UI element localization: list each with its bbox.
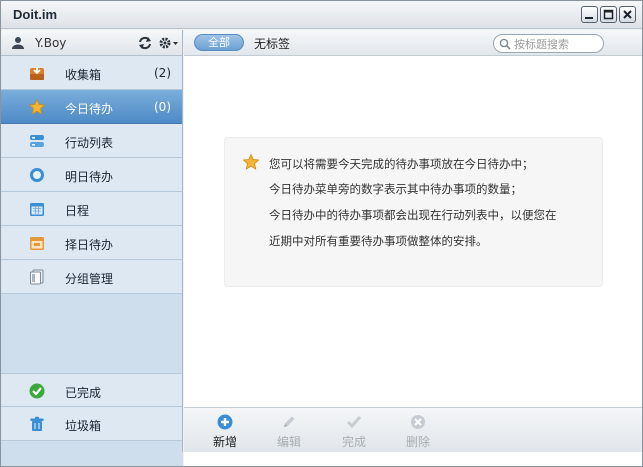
delete-icon [411, 415, 425, 429]
minimize-button[interactable] [581, 6, 598, 23]
delete-label: 删除 [405, 435, 430, 449]
edit-button[interactable]: 编辑 [269, 414, 309, 450]
hint-line: 您可以将需要今天完成的待办事项放在今日待办中； [269, 157, 534, 171]
filter-all-button[interactable]: 全部 [194, 34, 244, 51]
window-title: Doit.im [13, 7, 58, 22]
filter-toolbar: 全部 无标签 [184, 30, 642, 56]
sidebar-item-label: 垃圾箱 [65, 419, 102, 433]
sidebar-item-schedule[interactable]: 日程 [1, 192, 182, 226]
complete-button[interactable]: 完成 [334, 414, 374, 450]
sidebar-bottom: 已完成 垃圾箱 [1, 373, 182, 441]
filter-untagged-tag[interactable]: 无标签 [254, 35, 290, 52]
complete-label: 完成 [341, 435, 366, 449]
sidebar-item-completed[interactable]: 已完成 [1, 373, 182, 407]
sidebar-item-someday[interactable]: 择日待办 [1, 226, 182, 260]
sidebar-item-label: 日程 [65, 204, 90, 218]
window-controls [581, 6, 636, 23]
calendar-date-icon [30, 237, 44, 250]
checkmark-icon [346, 416, 362, 429]
maximize-icon [603, 9, 614, 20]
calendar-icon [30, 203, 44, 216]
username[interactable]: Y.Boy [35, 36, 66, 50]
sidebar: Y.Boy 收集箱 (2) 今日待办 (0) 行动列表 明日待办 日程 择日待办… [1, 30, 183, 452]
app-window: Doit.im Y.Boy 收集箱 (2) 今日待办 (0) 行动列表 明日待办… [0, 0, 643, 467]
add-icon [217, 414, 233, 430]
minimize-icon [585, 17, 593, 19]
sidebar-item-today[interactable]: 今日待办 (0) [1, 90, 182, 124]
add-label: 新增 [212, 435, 237, 449]
search-icon [499, 38, 511, 50]
sidebar-item-count: (2) [154, 66, 171, 80]
sidebar-item-tomorrow[interactable]: 明日待办 [1, 158, 182, 192]
close-icon [623, 10, 632, 19]
close-button[interactable] [619, 6, 636, 23]
check-circle-icon [29, 383, 45, 399]
sidebar-item-label: 行动列表 [65, 136, 114, 150]
sidebar-item-trash[interactable]: 垃圾箱 [1, 407, 182, 441]
sidebar-item-label: 收集箱 [65, 68, 102, 82]
sidebar-footer [1, 452, 183, 466]
inbox-icon [30, 67, 44, 80]
sidebar-item-groups[interactable]: 分组管理 [1, 260, 182, 294]
user-bar: Y.Boy [1, 30, 182, 56]
task-list-area: 您可以将需要今天完成的待办事项放在今日待办中； 今日待办菜单旁的数字表示其中待办… [184, 57, 642, 407]
hint-line: 今日待办中的待办事项都会出现在行动列表中，以便您在 [269, 208, 557, 222]
maximize-button[interactable] [600, 6, 617, 23]
sidebar-item-inbox[interactable]: 收集箱 (2) [1, 56, 182, 90]
main-panel: 全部 无标签 您可以将需要今天完成的待办事项放在今日待办中； 今日待办菜单旁的数… [184, 30, 642, 466]
pencil-icon [284, 416, 295, 427]
hint-line: 今日待办菜单旁的数字表示其中待办事项的数量； [269, 182, 522, 196]
search-box[interactable] [493, 34, 604, 53]
folders-icon [30, 269, 44, 285]
star-icon [29, 99, 45, 115]
clock-icon [30, 168, 44, 182]
title-bar[interactable]: Doit.im [1, 1, 642, 29]
empty-hint-box: 您可以将需要今天完成的待办事项放在今日待办中； 今日待办菜单旁的数字表示其中待办… [224, 137, 603, 287]
star-icon [243, 154, 259, 170]
gear-icon[interactable] [159, 36, 179, 50]
sidebar-item-label: 今日待办 [65, 102, 114, 116]
edit-label: 编辑 [276, 435, 301, 449]
action-bar: 新增 编辑 完成 删除 [184, 407, 642, 452]
add-button[interactable]: 新增 [205, 414, 245, 450]
trash-icon [30, 416, 44, 431]
sidebar-item-label: 择日待办 [65, 238, 114, 252]
hint-line: 近期中对所有重要待办事项做整体的安排。 [269, 234, 488, 248]
sidebar-item-count: (0) [154, 100, 171, 114]
list-icon [30, 135, 44, 147]
sidebar-item-label: 明日待办 [65, 170, 114, 184]
user-icon [12, 37, 24, 49]
sidebar-item-next-actions[interactable]: 行动列表 [1, 124, 182, 158]
sidebar-item-label: 分组管理 [65, 272, 114, 286]
sidebar-item-label: 已完成 [65, 386, 102, 400]
search-input[interactable] [514, 37, 600, 51]
delete-button[interactable]: 删除 [398, 414, 438, 450]
sync-icon[interactable] [137, 36, 153, 50]
